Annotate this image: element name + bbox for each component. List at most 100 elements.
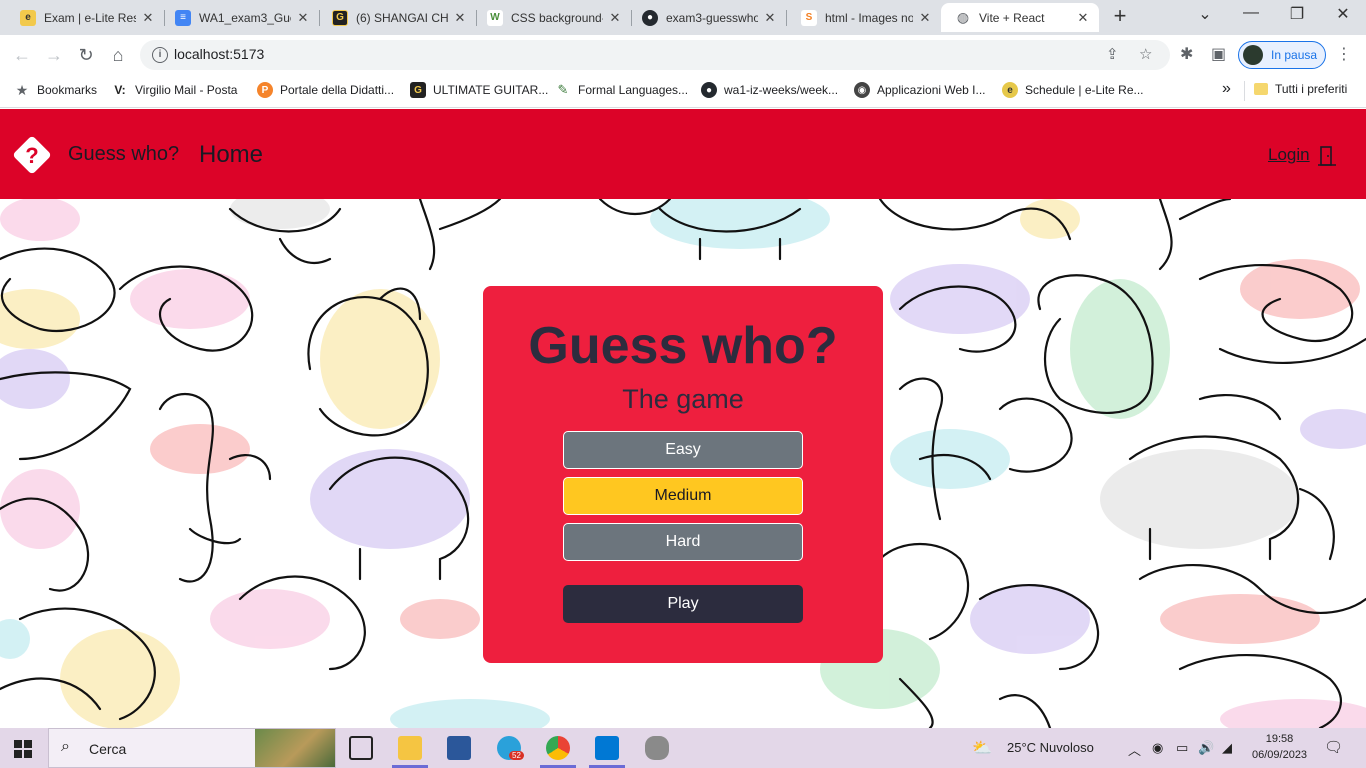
telegram-badge: 52 (509, 751, 524, 760)
bookmark-item[interactable]: ★ Bookmarks (14, 82, 97, 98)
file-explorer-icon[interactable] (398, 736, 422, 760)
minimize-icon[interactable]: — (1236, 4, 1266, 22)
polito-icon: P (257, 82, 273, 98)
browser-tab[interactable]: G (6) SHANGAI CHO ✕ (312, 3, 476, 32)
taskbar-search[interactable]: ⌕ Cerca (48, 728, 336, 768)
bookmark-label: Virgilio Mail - Posta (135, 83, 238, 97)
task-view-icon[interactable] (349, 736, 373, 760)
tab-title: html - Images no (825, 10, 913, 25)
search-icon: ⌕ (61, 738, 70, 755)
bookmark-label: ULTIMATE GUITAR... (433, 83, 549, 97)
side-panel-icon[interactable]: ▣ (1211, 44, 1226, 64)
meet-now-icon[interactable]: ◉ (1152, 740, 1163, 756)
pencil-icon: ✎ (557, 82, 569, 97)
profile-button[interactable]: In pausa (1238, 41, 1326, 69)
navbar-brand[interactable]: Guess who? (68, 143, 179, 166)
tab-search-icon[interactable]: ⌄ (1190, 4, 1220, 24)
show-hidden-icons-icon[interactable]: ︿ (1128, 740, 1141, 759)
browser-tab[interactable]: S html - Images no ✕ (781, 3, 941, 32)
bookmark-item[interactable]: ● wa1-iz-weeks/week... (701, 82, 838, 98)
chrome-icon[interactable] (546, 736, 570, 760)
browser-toolbar: ← → ↻ ⌂ i localhost:5173 ⇪ ☆ ✱ ▣ In paus… (0, 35, 1366, 75)
volume-icon[interactable]: 🔊 (1198, 740, 1214, 756)
system-clock[interactable]: 19:58 06/09/2023 (1252, 731, 1307, 763)
bookmarks-overflow-button[interactable]: » (1222, 80, 1231, 98)
tab-title: WA1_exam3_Gue (199, 10, 291, 25)
card-title: Guess who? (528, 317, 838, 375)
ultimate-guitar-icon: G (410, 82, 426, 98)
login-link[interactable]: Login (1268, 145, 1310, 165)
browser-tab[interactable]: e Exam | e-Lite Rese ✕ (0, 3, 164, 32)
bookmark-item[interactable]: P Portale della Didatti... (257, 82, 394, 98)
url-text[interactable]: localhost:5173 (174, 46, 264, 62)
back-arrow-icon[interactable]: ← (10, 43, 34, 67)
bookmark-label: Applicazioni Web I... (877, 83, 986, 97)
browser-tab[interactable]: ≡ WA1_exam3_Gue ✕ (155, 3, 319, 32)
all-bookmarks-folder[interactable]: Tutti i preferiti (1254, 82, 1347, 96)
close-tab-icon[interactable]: ✕ (140, 10, 156, 26)
close-tab-icon[interactable]: ✕ (762, 10, 778, 26)
wifi-icon[interactable]: ◢ (1222, 740, 1232, 756)
browser-tab[interactable]: ● exam3-guesswho ✕ (622, 3, 786, 32)
bookmark-label: Schedule | e-Lite Re... (1025, 83, 1144, 97)
close-tab-icon[interactable]: ✕ (607, 10, 623, 26)
close-tab-icon[interactable]: ✕ (295, 10, 311, 26)
site-info-icon[interactable]: i (152, 47, 168, 63)
bookmark-label: Formal Languages... (578, 83, 689, 97)
close-tab-icon[interactable]: ✕ (452, 10, 468, 26)
notifications-icon[interactable]: 🗨 (1324, 738, 1343, 756)
home-icon[interactable]: ⌂ (106, 43, 130, 67)
profile-label: In pausa (1271, 48, 1318, 62)
github-icon: ● (701, 82, 717, 98)
battery-icon[interactable]: ▭ (1176, 740, 1188, 756)
elite-favicon-icon: e (1002, 82, 1018, 98)
ultimate-guitar-icon: G (332, 9, 348, 26)
browser-tab[interactable]: W CSS background- ✕ (467, 3, 631, 32)
bookmark-star-icon[interactable]: ☆ (1139, 45, 1152, 63)
windows-taskbar: ⌕ Cerca 52 ⛅ 25°C Nuvoloso ︿ ◉ ▭ 🔊 ◢ 19:… (0, 728, 1366, 768)
difficulty-hard-button[interactable]: Hard (563, 523, 803, 561)
w3schools-icon: W (487, 9, 503, 26)
weather-text[interactable]: 25°C Nuvoloso (1007, 740, 1094, 755)
clock-date: 06/09/2023 (1252, 749, 1308, 761)
difficulty-medium-button[interactable]: Medium (563, 477, 803, 515)
bookmark-item[interactable]: ◉ Applicazioni Web I... (854, 82, 986, 98)
nav-link-home[interactable]: Home (199, 141, 263, 169)
bookmark-item[interactable]: V: Virgilio Mail - Posta (112, 82, 237, 98)
difficulty-easy-button[interactable]: Easy (563, 431, 803, 469)
vscode-icon[interactable] (595, 736, 619, 760)
globe-icon: ◉ (854, 82, 870, 98)
database-icon[interactable] (645, 736, 669, 760)
close-tab-icon[interactable]: ✕ (917, 10, 933, 26)
menu-kebab-icon[interactable]: ⋮ (1336, 44, 1352, 64)
star-icon: ★ (15, 81, 29, 98)
svg-text:?: ? (25, 143, 38, 168)
windows-start-icon[interactable] (14, 740, 32, 758)
bookmark-item[interactable]: e Schedule | e-Lite Re... (1002, 82, 1144, 98)
stackoverflow-icon: S (801, 9, 817, 26)
game-setup-card: Guess who? The game Easy Medium Hard Pla… (483, 286, 883, 663)
restore-icon[interactable]: ❐ (1282, 4, 1312, 24)
extensions-icon[interactable]: ✱ (1180, 44, 1193, 64)
door-open-icon[interactable] (1318, 146, 1336, 166)
new-tab-button[interactable]: + (1108, 5, 1132, 29)
share-icon[interactable]: ⇪ (1106, 45, 1119, 63)
close-window-icon[interactable]: ✕ (1328, 4, 1358, 24)
bookmark-item[interactable]: ✎ Formal Languages... (555, 82, 689, 98)
question-diamond-icon[interactable]: ? (12, 135, 52, 175)
folder-icon (1254, 83, 1268, 95)
bookmark-label: Tutti i preferiti (1275, 82, 1348, 96)
bookmark-item[interactable]: G ULTIMATE GUITAR... (410, 82, 548, 98)
reload-icon[interactable]: ↻ (74, 43, 98, 67)
play-button[interactable]: Play (563, 585, 803, 623)
address-bar[interactable]: i localhost:5173 ⇪ ☆ (140, 40, 1170, 70)
search-highlight-image (255, 729, 335, 767)
close-tab-icon[interactable]: ✕ (1075, 10, 1091, 26)
word-icon[interactable] (447, 736, 471, 760)
google-docs-icon: ≡ (175, 9, 191, 26)
browser-tab-active[interactable]: ◍ Vite + React ✕ (941, 3, 1099, 32)
avatar (1243, 45, 1263, 65)
forward-arrow-icon[interactable]: → (42, 43, 66, 67)
github-icon: ● (642, 9, 658, 26)
bookmark-label: wa1-iz-weeks/week... (724, 83, 839, 97)
